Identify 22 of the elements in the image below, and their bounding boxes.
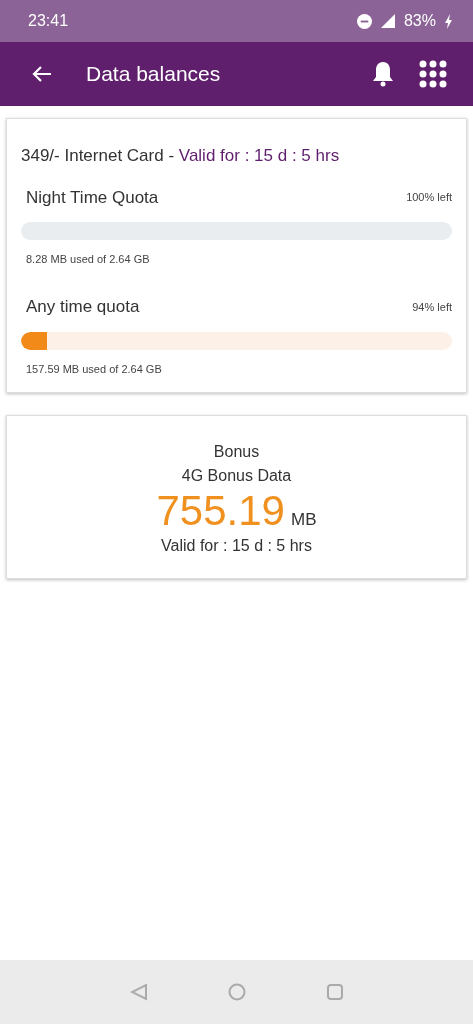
clock-time: 23:41 [28, 11, 69, 31]
quota-usage: 8.28 MB used of 2.64 GB [25, 253, 151, 265]
charging-icon [444, 13, 453, 29]
quota-remaining: 94% left [412, 299, 452, 315]
bonus-amount: 755.19 [156, 487, 285, 534]
plan-validity: Valid for : 15 d : 5 hrs [178, 146, 340, 165]
quota-name: Night Time Quota [25, 186, 160, 209]
bonus-title: Bonus [213, 442, 260, 460]
quota-name: Any time quota [25, 296, 141, 318]
notification-bell-icon[interactable] [371, 61, 395, 87]
page-title: Data balances [86, 61, 221, 88]
bonus-validity: Valid for : 15 d : 5 hrs [161, 536, 312, 554]
signal-icon [379, 13, 396, 29]
apps-grid-icon[interactable] [419, 60, 447, 88]
do-not-disturb-icon [356, 13, 372, 29]
plan-title: 349/- Internet Card - [21, 146, 176, 165]
battery-percentage: 83% [403, 11, 436, 31]
quota-remaining: 100% left [406, 190, 452, 205]
quota-usage: 157.59 MB used of 2.64 GB [25, 362, 163, 375]
amount-unit: MB [291, 508, 317, 531]
back-arrow-icon[interactable] [32, 65, 52, 83]
bonus-subtitle: 4G Bonus Data [181, 466, 292, 484]
